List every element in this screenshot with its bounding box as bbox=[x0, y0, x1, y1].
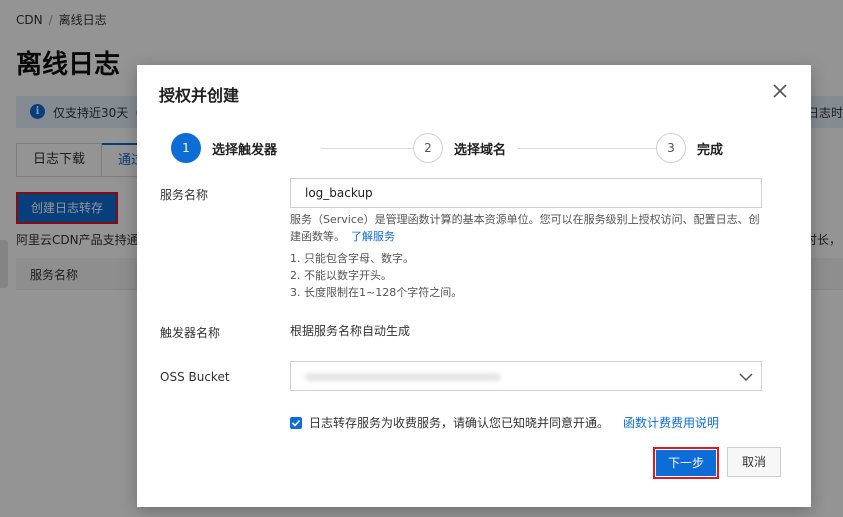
step-select-trigger: 1 选择触发器 bbox=[171, 133, 277, 163]
close-icon[interactable] bbox=[771, 82, 789, 100]
chevron-down-icon bbox=[739, 373, 753, 382]
service-name-input[interactable]: log_backup bbox=[290, 178, 762, 208]
check-icon bbox=[291, 419, 301, 427]
rule-item: 1. 只能包含字母、数字。 bbox=[290, 252, 414, 265]
dialog-title: 授权并创建 bbox=[159, 86, 240, 105]
step-connector bbox=[518, 148, 656, 149]
step-label: 选择触发器 bbox=[212, 142, 278, 158]
step-connector bbox=[321, 148, 413, 149]
step-indicator: 1 选择触发器 2 选择域名 3 完成 bbox=[171, 133, 731, 163]
step-label: 完成 bbox=[697, 142, 724, 158]
oss-bucket-label: OSS Bucket bbox=[160, 370, 230, 384]
service-name-help: 服务（Service）是管理函数计算的基本资源单位。您可以在服务级别上授权访问、… bbox=[290, 211, 765, 245]
service-name-rules: 1. 只能包含字母、数字。 2. 不能以数字开头。 3. 长度限制在1~128个… bbox=[290, 250, 462, 301]
step-label: 选择域名 bbox=[454, 142, 507, 158]
trigger-name-value: 根据服务名称自动生成 bbox=[290, 324, 411, 338]
step-number: 1 bbox=[171, 133, 201, 163]
authorize-create-dialog: 授权并创建 1 选择触发器 2 选择域名 3 完成 服务名称 log_backu… bbox=[137, 65, 811, 507]
agreement-text: 日志转存服务为收费服务，请确认您已知晓并同意开通。 bbox=[309, 416, 610, 430]
step-select-domain: 2 选择域名 bbox=[413, 133, 506, 163]
oss-bucket-select[interactable] bbox=[290, 361, 762, 391]
next-step-button[interactable]: 下一步 bbox=[653, 447, 719, 479]
step-number: 3 bbox=[656, 133, 686, 163]
learn-service-link[interactable]: 了解服务 bbox=[351, 230, 395, 243]
step-number: 2 bbox=[413, 133, 443, 163]
rule-item: 3. 长度限制在1~128个字符之间。 bbox=[290, 286, 463, 299]
step-complete: 3 完成 bbox=[656, 133, 723, 163]
bucket-value-redacted bbox=[305, 373, 501, 381]
rule-item: 2. 不能以数字开头。 bbox=[290, 269, 392, 282]
trigger-name-label: 触发器名称 bbox=[160, 326, 221, 340]
agreement-row: 日志转存服务为收费服务，请确认您已知晓并同意开通。 函数计费费用说明 bbox=[290, 414, 719, 431]
service-name-label: 服务名称 bbox=[160, 188, 209, 202]
agree-checkbox[interactable] bbox=[290, 416, 302, 429]
pricing-link[interactable]: 函数计费费用说明 bbox=[623, 414, 719, 431]
cancel-button[interactable]: 取消 bbox=[727, 447, 781, 477]
